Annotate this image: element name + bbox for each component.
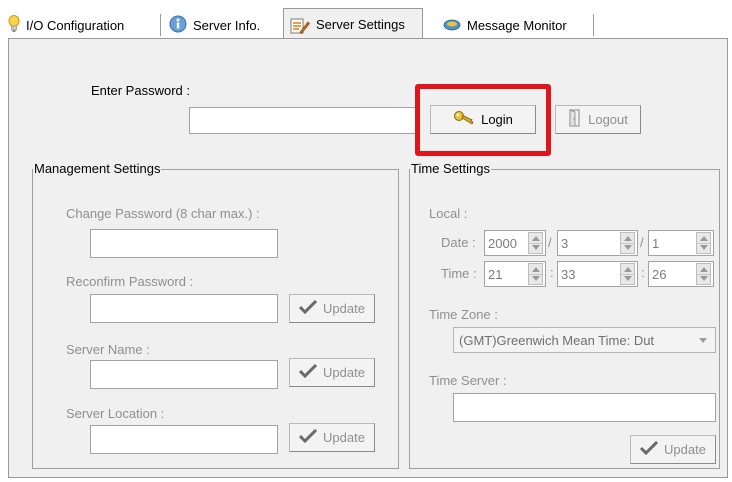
time-separator: : <box>550 265 554 280</box>
server-settings-panel: Enter Password : Login Logout Management… <box>8 38 728 478</box>
lightbulb-icon <box>8 14 20 36</box>
tab-label: Server Settings <box>316 17 405 32</box>
tab-server-info[interactable]: Server Info. <box>163 12 275 38</box>
local-label: Local : <box>429 206 468 221</box>
update-button-label: Update <box>664 442 706 457</box>
day-spinner[interactable]: 1 <box>648 230 714 256</box>
checkmark-icon <box>298 299 318 317</box>
hour-spinner[interactable]: 21 <box>484 261 546 287</box>
timezone-select[interactable]: (GMT)Greenwich Mean Time: Dut <box>453 327 716 353</box>
logout-button[interactable]: Logout <box>555 105 641 134</box>
login-button-label: Login <box>481 112 513 127</box>
timezone-value: (GMT)Greenwich Mean Time: Dut <box>459 332 655 348</box>
day-value: 1 <box>652 235 660 251</box>
enter-password-label: Enter Password : <box>91 83 190 98</box>
tab-label: Message Monitor <box>467 17 567 33</box>
time-server-label: Time Server : <box>429 373 507 388</box>
time-settings-group: Time Settings Local : Date : 2000 / 3 / … <box>409 161 720 469</box>
spinner-arrows-icon[interactable] <box>620 263 635 285</box>
update-server-name-button[interactable]: Update <box>289 358 375 387</box>
date-separator: / <box>640 235 644 250</box>
month-value: 3 <box>561 235 569 251</box>
management-settings-title: Management Settings <box>33 161 162 176</box>
hour-value: 21 <box>488 266 503 282</box>
time-settings-title: Time Settings <box>410 161 491 176</box>
change-password-label: Change Password (8 char max.) : <box>66 206 260 221</box>
tab-server-settings[interactable]: Server Settings <box>283 8 423 40</box>
checkmark-icon <box>298 428 318 446</box>
monitor-icon <box>443 17 461 34</box>
second-value: 26 <box>652 266 667 282</box>
update-server-location-button[interactable]: Update <box>289 423 375 452</box>
password-input[interactable] <box>189 107 419 134</box>
date-label: Date : <box>441 235 476 250</box>
change-password-input[interactable] <box>90 229 278 258</box>
update-button-label: Update <box>323 430 365 445</box>
login-button[interactable]: Login <box>430 105 536 134</box>
tab-bar: I/O Configuration Server Info. Server Se… <box>0 0 732 40</box>
second-spinner[interactable]: 26 <box>648 261 714 287</box>
server-name-input[interactable] <box>90 360 278 389</box>
update-button-label: Update <box>323 365 365 380</box>
server-location-input[interactable] <box>90 425 278 454</box>
management-settings-group: Management Settings Change Password (8 c… <box>32 161 399 469</box>
checkmark-icon <box>298 363 318 381</box>
time-label: Time : <box>441 266 477 281</box>
tab-separator <box>160 14 162 36</box>
info-icon <box>169 15 187 36</box>
spinner-arrows-icon[interactable] <box>528 232 543 254</box>
server-location-label: Server Location : <box>66 406 165 421</box>
reconfirm-password-input[interactable] <box>90 294 278 323</box>
tab-io-configuration[interactable]: I/O Configuration <box>2 12 152 38</box>
server-name-label: Server Name : <box>66 342 150 357</box>
date-separator: / <box>548 235 552 250</box>
checkmark-icon <box>639 440 659 458</box>
key-icon <box>453 110 475 129</box>
tab-label: I/O Configuration <box>26 17 125 33</box>
logout-button-label: Logout <box>588 112 628 127</box>
tab-label: Server Info. <box>193 17 261 33</box>
update-button-label: Update <box>323 301 365 316</box>
spinner-arrows-icon[interactable] <box>696 232 711 254</box>
month-spinner[interactable]: 3 <box>557 230 638 256</box>
chevron-down-icon <box>699 338 707 343</box>
door-exit-icon <box>568 109 582 130</box>
spinner-arrows-icon[interactable] <box>528 263 543 285</box>
minute-value: 33 <box>561 266 576 282</box>
tab-message-monitor[interactable]: Message Monitor <box>437 12 587 38</box>
spinner-arrows-icon[interactable] <box>620 232 635 254</box>
minute-spinner[interactable]: 33 <box>557 261 638 287</box>
time-separator: : <box>641 265 645 280</box>
year-spinner[interactable]: 2000 <box>484 230 546 256</box>
year-value: 2000 <box>488 235 517 251</box>
update-time-button[interactable]: Update <box>630 435 716 464</box>
tab-separator <box>593 14 595 36</box>
timezone-label: Time Zone : <box>429 307 498 322</box>
update-password-button[interactable]: Update <box>289 294 375 323</box>
reconfirm-password-label: Reconfirm Password : <box>66 274 194 289</box>
spinner-arrows-icon[interactable] <box>696 263 711 285</box>
settings-edit-icon <box>290 17 310 38</box>
time-server-input[interactable] <box>453 393 716 422</box>
